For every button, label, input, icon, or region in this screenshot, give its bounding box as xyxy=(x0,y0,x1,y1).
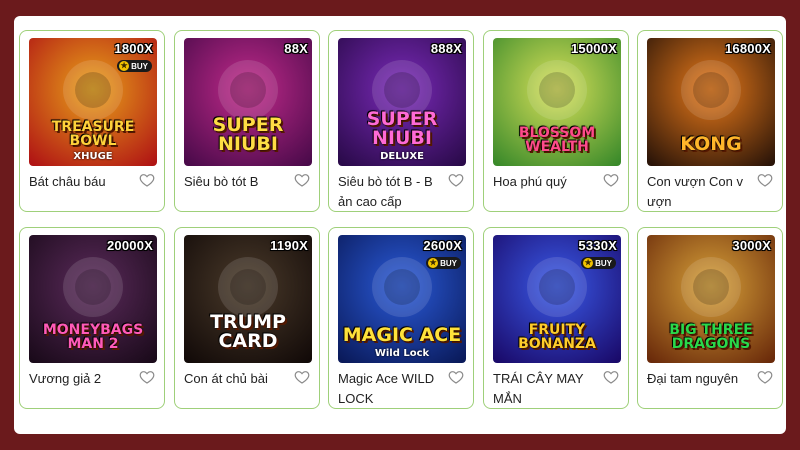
game-name[interactable]: Con át chủ bài xyxy=(184,369,290,389)
max-multiplier-badge: 5330X xyxy=(578,238,617,253)
game-card[interactable]: 1800X ★ BUY TREASURE BOWL XHUGE Bát châu báu xyxy=(19,30,165,212)
game-logo: TRUMP CARD xyxy=(210,311,286,352)
favorite-heart-icon[interactable] xyxy=(757,369,773,385)
game-thumbnail[interactable]: 20000X MONEYBAGS MAN 2 xyxy=(29,235,157,363)
game-card[interactable]: 2600X ★ BUY MAGIC ACE Wild Lock Magic Ace WIL… xyxy=(328,227,474,409)
game-name[interactable]: Con vượn Con v ượn xyxy=(647,172,753,211)
max-multiplier-badge: 16800X xyxy=(724,41,771,56)
game-card[interactable]: 15000X BLOSSOM WEALTH Hoa phú quý xyxy=(483,30,629,212)
game-thumbnail[interactable]: 3000X BIG THREE DRAGONS xyxy=(647,235,775,363)
max-multiplier-badge: 3000X xyxy=(732,238,771,253)
game-thumbnail[interactable]: 1190X TRUMP CARD xyxy=(184,235,312,363)
game-logo-subtitle: Wild Lock xyxy=(374,348,430,359)
favorite-heart-icon[interactable] xyxy=(448,369,464,385)
game-card[interactable]: 16800X KONG Con vượn Con v ượn xyxy=(637,30,783,212)
game-logo: SUPER NIUBI xyxy=(366,108,438,149)
game-logo: TREASURE BOWL xyxy=(51,119,135,149)
max-multiplier-badge: 1800X xyxy=(114,41,153,56)
favorite-heart-icon[interactable] xyxy=(757,172,773,188)
star-icon: ★ xyxy=(428,258,439,268)
game-card[interactable]: 20000X MONEYBAGS MAN 2 Vương giả 2 xyxy=(19,227,165,409)
game-name[interactable]: Đại tam nguyên xyxy=(647,369,753,389)
buy-label: BUY xyxy=(131,61,148,71)
game-card[interactable]: 88X SUPER NIUBI Siêu bò tót B xyxy=(174,30,320,212)
max-multiplier-badge: 20000X xyxy=(106,238,153,253)
game-thumbnail[interactable]: 2600X ★ BUY MAGIC ACE Wild Lock xyxy=(338,235,466,363)
game-logo: MONEYBAGS MAN 2 xyxy=(42,322,144,352)
max-multiplier-badge: 88X xyxy=(284,41,308,56)
favorite-heart-icon[interactable] xyxy=(448,172,464,188)
game-thumbnail[interactable]: 16800X KONG xyxy=(647,38,775,166)
game-name[interactable]: TRÁI CÂY MAY MẮN xyxy=(493,369,599,408)
buy-feature-badge: ★ BUY xyxy=(426,257,461,269)
game-thumbnail[interactable]: 888X SUPER NIUBI DELUXE xyxy=(338,38,466,166)
game-grid-panel: 1800X ★ BUY TREASURE BOWL XHUGE Bát châu báu 8… xyxy=(14,16,786,434)
buy-feature-badge: ★ BUY xyxy=(581,257,616,269)
game-logo-subtitle: DELUXE xyxy=(380,151,424,162)
game-card[interactable]: 888X SUPER NIUBI DELUXE Siêu bò tót B - B ả… xyxy=(328,30,474,212)
game-logo: SUPER NIUBI xyxy=(212,114,284,155)
buy-label: BUY xyxy=(595,258,612,268)
game-thumbnail[interactable]: 5330X ★ BUY FRUITY BONANZA xyxy=(493,235,621,363)
game-thumbnail[interactable]: 15000X BLOSSOM WEALTH xyxy=(493,38,621,166)
buy-label: BUY xyxy=(440,258,457,268)
favorite-heart-icon[interactable] xyxy=(294,172,310,188)
favorite-heart-icon[interactable] xyxy=(139,369,155,385)
game-name[interactable]: Bát châu báu xyxy=(29,172,135,192)
star-icon: ★ xyxy=(583,258,594,268)
game-name[interactable]: Vương giả 2 xyxy=(29,369,135,389)
star-icon: ★ xyxy=(119,61,130,71)
game-logo: MAGIC ACE xyxy=(342,324,462,346)
game-logo: BIG THREE DRAGONS xyxy=(669,322,753,352)
game-card[interactable]: 1190X TRUMP CARD Con át chủ bài xyxy=(174,227,320,409)
max-multiplier-badge: 888X xyxy=(430,41,462,56)
favorite-heart-icon[interactable] xyxy=(603,172,619,188)
game-logo: KONG xyxy=(680,133,742,155)
game-card[interactable]: 5330X ★ BUY FRUITY BONANZA TRÁI CÂY MAY MẮN xyxy=(483,227,629,409)
game-logo-subtitle: XHUGE xyxy=(73,151,113,162)
max-multiplier-badge: 15000X xyxy=(570,41,617,56)
game-name[interactable]: Siêu bò tót B xyxy=(184,172,290,192)
game-logo: FRUITY BONANZA xyxy=(518,322,596,352)
game-thumbnail[interactable]: 1800X ★ BUY TREASURE BOWL XHUGE xyxy=(29,38,157,166)
favorite-heart-icon[interactable] xyxy=(603,369,619,385)
game-logo: BLOSSOM WEALTH xyxy=(518,125,596,155)
favorite-heart-icon[interactable] xyxy=(139,172,155,188)
max-multiplier-badge: 2600X xyxy=(423,238,462,253)
game-name[interactable]: Hoa phú quý xyxy=(493,172,599,192)
game-name[interactable]: Magic Ace WILD LOCK xyxy=(338,369,444,408)
max-multiplier-badge: 1190X xyxy=(270,238,308,253)
game-card[interactable]: 3000X BIG THREE DRAGONS Đại tam nguyên xyxy=(637,227,783,409)
favorite-heart-icon[interactable] xyxy=(294,369,310,385)
game-name[interactable]: Siêu bò tót B - B ản cao cấp xyxy=(338,172,444,211)
buy-feature-badge: ★ BUY xyxy=(117,60,152,72)
game-thumbnail[interactable]: 88X SUPER NIUBI xyxy=(184,38,312,166)
